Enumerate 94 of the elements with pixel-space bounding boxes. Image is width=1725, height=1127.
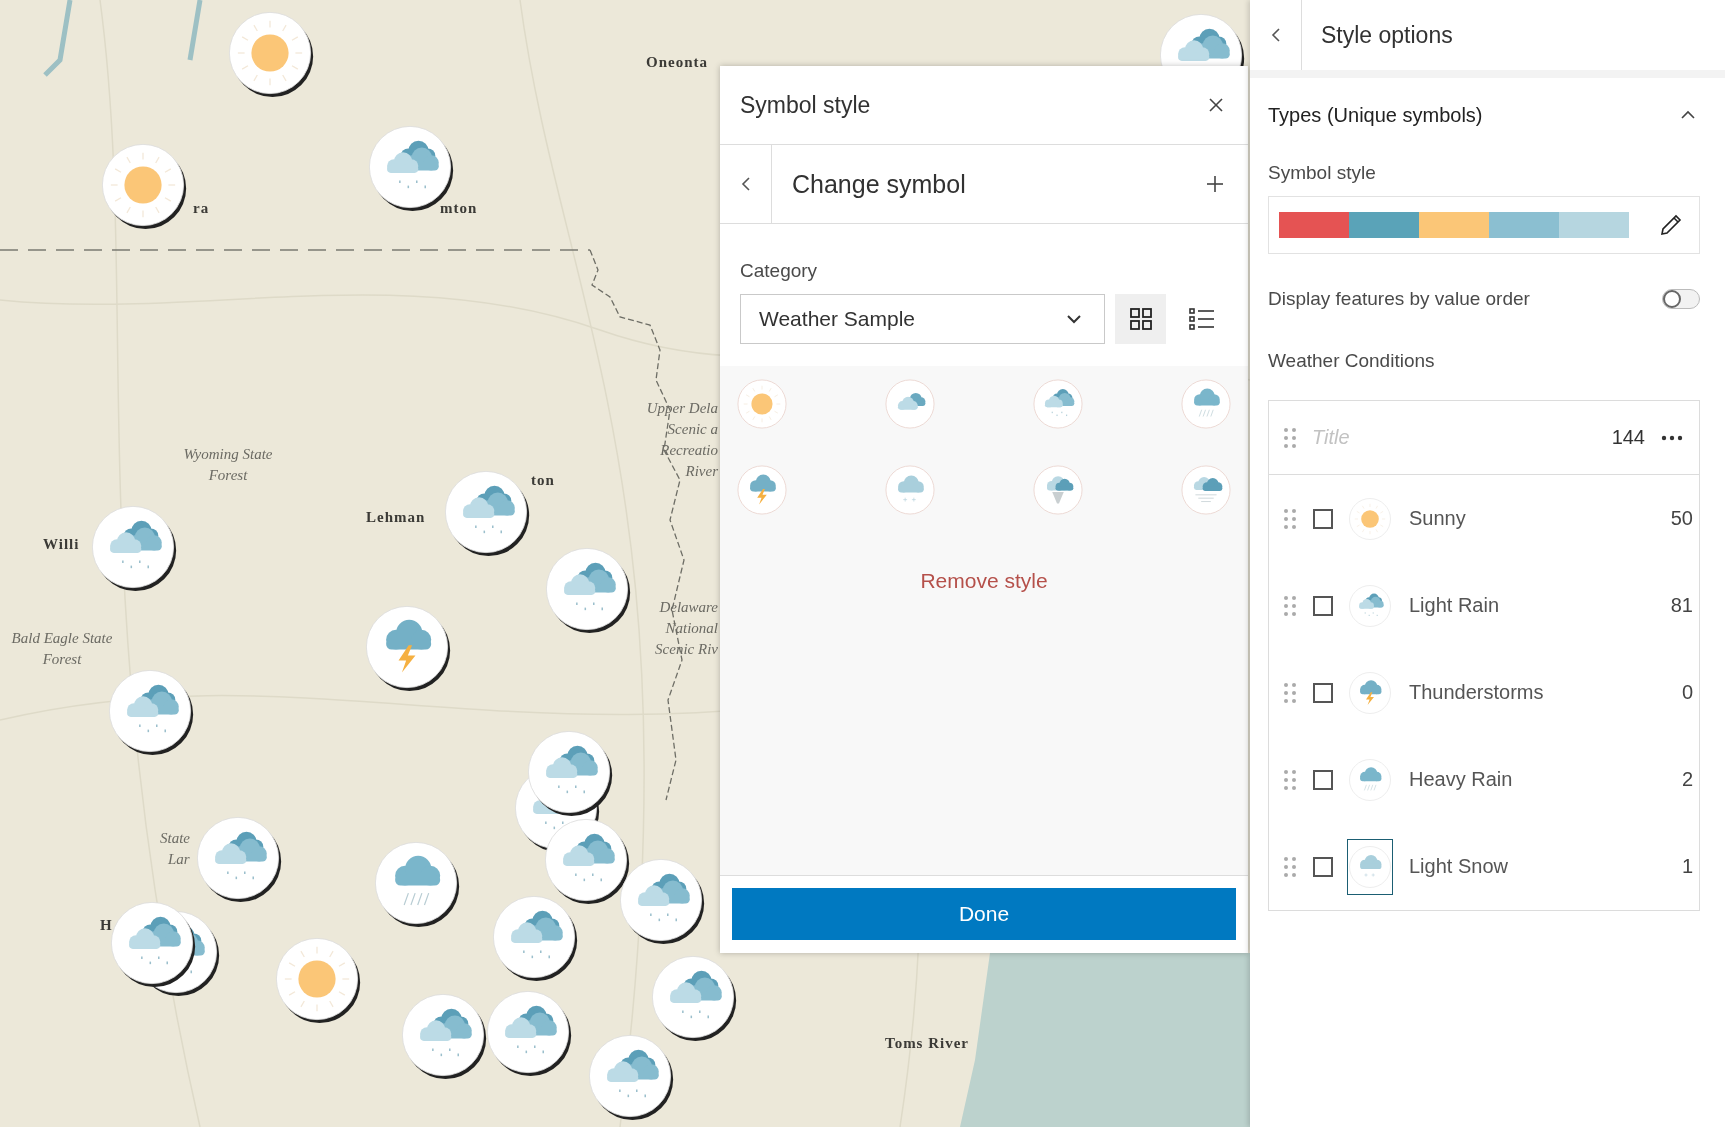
checkbox[interactable] xyxy=(1313,769,1333,790)
total-count: 144 xyxy=(1611,426,1645,449)
rain-cloud-marker[interactable] xyxy=(89,503,177,591)
area-label: Delaware xyxy=(659,598,718,617)
rain-cloud-marker[interactable] xyxy=(372,839,460,927)
category-count: 0 xyxy=(1681,681,1693,704)
grid-view-button[interactable] xyxy=(1114,294,1167,344)
category-name: Light Snow xyxy=(1408,855,1509,878)
ellipsis-icon xyxy=(1661,434,1683,441)
lightning-cloud-icon xyxy=(1349,671,1391,714)
rain-cloud-icon xyxy=(1349,584,1391,627)
sun-marker[interactable] xyxy=(226,9,314,97)
category-count: 1 xyxy=(1681,855,1693,878)
rain-cloud-marker[interactable] xyxy=(586,1032,674,1120)
pencil-icon xyxy=(1659,213,1683,237)
panel-heading: Change symbol xyxy=(791,169,967,199)
area-label: Recreatio xyxy=(660,441,718,460)
category-name: Thunderstorms xyxy=(1408,681,1545,704)
category-name: Sunny xyxy=(1408,507,1467,530)
rain-cloud-marker[interactable] xyxy=(106,667,194,755)
sun-icon xyxy=(1349,497,1391,540)
drag-handle-icon[interactable] xyxy=(1284,595,1296,616)
place-label: Willi xyxy=(43,535,80,554)
cloud-symbol-icon[interactable] xyxy=(884,378,936,430)
area-label: Upper Dela xyxy=(646,399,718,418)
section-title: Types (Unique symbols) xyxy=(1268,103,1483,127)
place-label: Toms River xyxy=(885,1034,970,1053)
place-label: H xyxy=(100,916,113,935)
snow-cloud-icon xyxy=(1349,845,1391,888)
drag-handle-icon[interactable] xyxy=(1284,769,1296,790)
area-label: Bald Eagle State Forest xyxy=(10,629,114,669)
sun-marker[interactable] xyxy=(99,141,187,229)
area-label: Scenic a xyxy=(667,420,718,439)
dropdown-value: Weather Sample xyxy=(759,307,916,331)
area-label: Lar xyxy=(168,850,190,869)
drag-handle-icon[interactable] xyxy=(1284,682,1296,703)
rain-cloud-marker[interactable] xyxy=(484,988,572,1076)
drag-handle-icon[interactable] xyxy=(1284,508,1296,529)
toggle-label: Display features by value order xyxy=(1268,288,1530,310)
place-label: ra xyxy=(193,199,210,218)
rain-cloud-marker[interactable] xyxy=(543,545,631,633)
done-button[interactable]: Done xyxy=(732,888,1236,940)
category-count: 81 xyxy=(1670,594,1693,617)
dialog-title: Symbol style xyxy=(740,91,871,119)
tornado-symbol-icon[interactable] xyxy=(1032,464,1084,516)
rain-cloud-marker[interactable] xyxy=(442,468,530,556)
lightning-cloud-marker[interactable] xyxy=(363,603,451,691)
symbol-button[interactable] xyxy=(1347,838,1393,895)
chevron-left-icon xyxy=(740,176,751,192)
category-count: 50 xyxy=(1670,507,1693,530)
rain-cloud-marker[interactable] xyxy=(649,953,737,1041)
title-input[interactable]: Title xyxy=(1310,425,1598,450)
rain-cloud-marker[interactable] xyxy=(399,991,487,1079)
category-count: 2 xyxy=(1681,768,1693,791)
drag-handle-icon[interactable] xyxy=(1284,427,1296,448)
place-label: Lehman xyxy=(366,508,426,527)
area-label: State xyxy=(160,829,190,848)
place-label: Oneonta xyxy=(646,53,708,72)
area-label: River xyxy=(685,462,718,481)
plus-icon xyxy=(1206,175,1224,193)
field-label: Weather Conditions xyxy=(1268,350,1436,372)
remove-style-link[interactable]: Remove style xyxy=(914,568,1054,594)
field-label: Symbol style xyxy=(1268,162,1377,184)
close-icon xyxy=(1208,97,1224,113)
chevron-left-icon xyxy=(1270,27,1281,43)
toggle-switch[interactable] xyxy=(1662,289,1700,309)
chevron-up-icon xyxy=(1680,110,1696,120)
area-label: Wyoming State Forest xyxy=(182,445,274,485)
category-dropdown[interactable]: Weather Sample xyxy=(740,294,1105,344)
checkbox[interactable] xyxy=(1313,595,1333,616)
rain-cloud-icon xyxy=(1349,758,1391,801)
sun-marker[interactable] xyxy=(273,935,361,1023)
rain-cloud-marker[interactable] xyxy=(490,893,578,981)
place-label: mton xyxy=(440,199,478,218)
place-label: ton xyxy=(531,471,555,490)
rain-cloud-marker[interactable] xyxy=(542,816,630,904)
category-name: Heavy Rain xyxy=(1408,768,1514,791)
checkbox[interactable] xyxy=(1313,508,1333,529)
checkbox[interactable] xyxy=(1313,682,1333,703)
panel-title: Style options xyxy=(1320,21,1453,49)
list-view-icon xyxy=(1189,307,1216,331)
rain-cloud-marker[interactable] xyxy=(194,814,282,902)
grid-view-icon xyxy=(1128,307,1153,331)
wind-cloud-symbol-icon[interactable] xyxy=(1180,464,1232,516)
rain-cloud-marker[interactable] xyxy=(617,856,705,944)
field-label: Category xyxy=(740,260,819,282)
drag-handle-icon[interactable] xyxy=(1284,856,1296,877)
chevron-down-icon xyxy=(1065,314,1082,324)
area-label: National xyxy=(665,619,718,638)
area-label: Scenic Riv xyxy=(655,640,718,659)
category-name: Light Rain xyxy=(1408,594,1501,617)
color-ramp[interactable] xyxy=(1268,196,1700,254)
rain-cloud-marker[interactable] xyxy=(525,728,613,816)
checkbox[interactable] xyxy=(1313,856,1333,877)
